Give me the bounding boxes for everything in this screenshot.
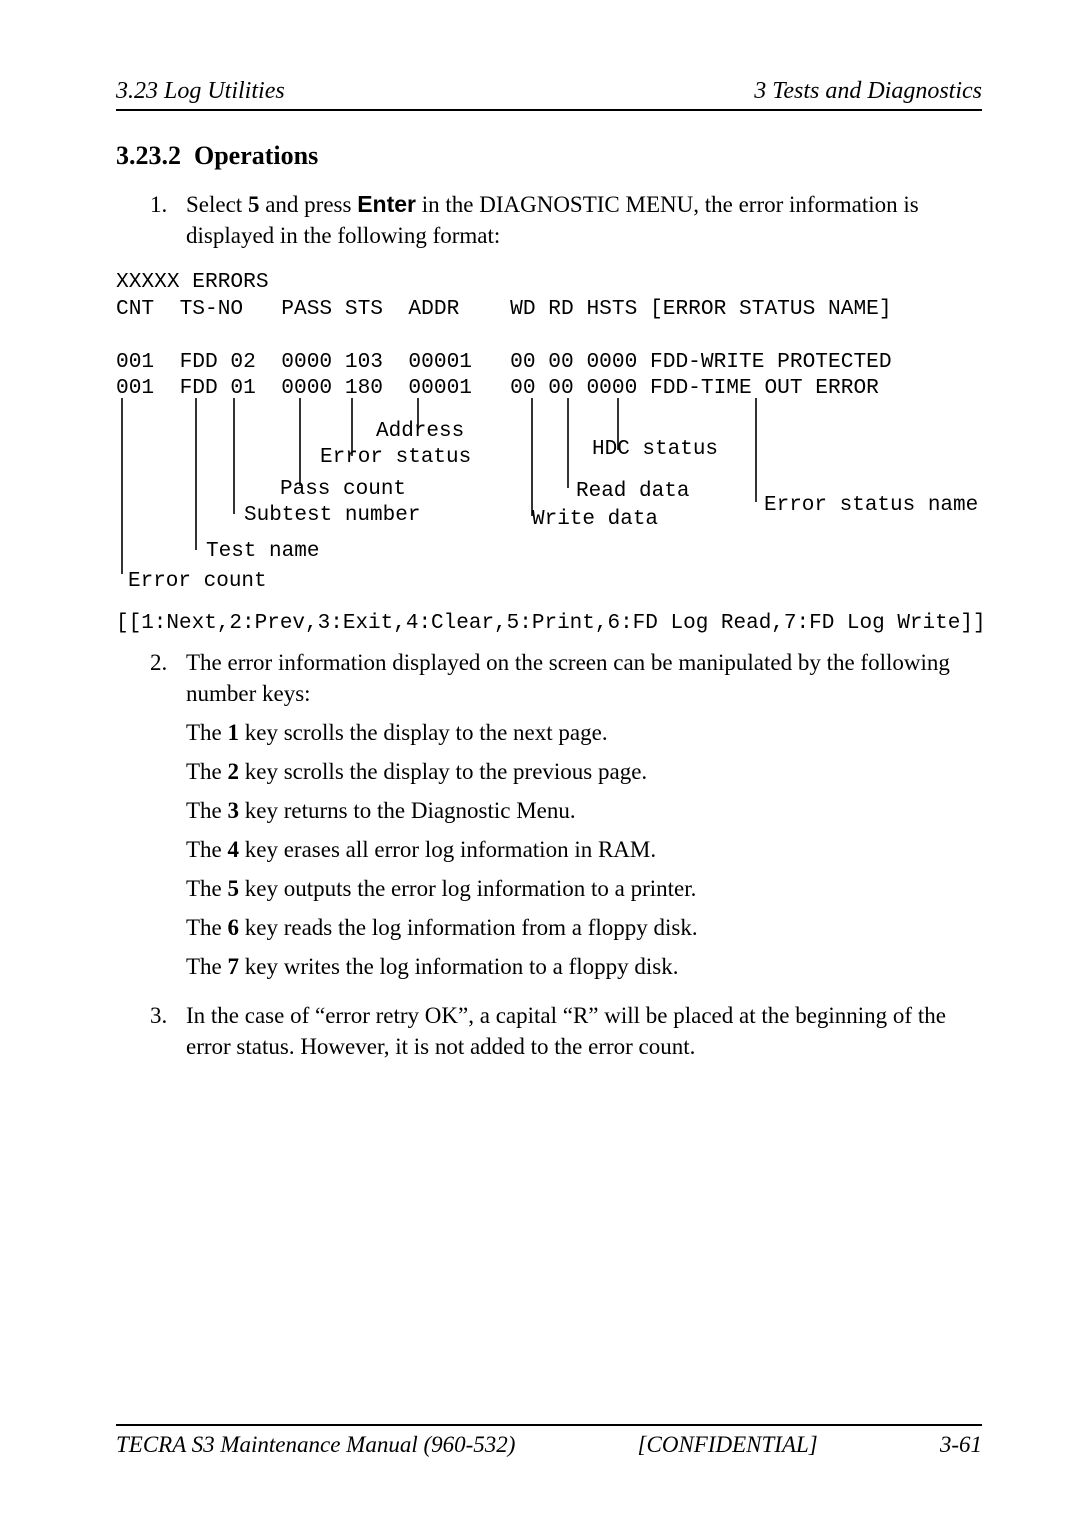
label-error-status-name: Error status name (764, 494, 978, 517)
errlog-line-2: CNT TS-NO PASS STS ADDR WD RD HSTS [ERRO… (116, 297, 892, 321)
footer-rule (116, 1424, 982, 1426)
footer-left: TECRA S3 Maintenance Manual (960-532) (116, 1432, 515, 1458)
key-4-desc: The 4 key erases all error log informati… (186, 834, 982, 865)
key-2-desc: The 2 key scrolls the display to the pre… (186, 756, 982, 787)
running-header: 3.23 Log Utilities 3 Tests and Diagnosti… (116, 78, 982, 105)
label-error-count: Error count (128, 570, 267, 593)
section-title: Operations (194, 141, 318, 170)
label-address: Address (376, 420, 464, 443)
menu-footer-line: [[1:Next,2:Prev,3:Exit,4:Clear,5:Print,6… (116, 612, 982, 635)
key-6-desc: The 6 key reads the log information from… (186, 912, 982, 943)
key-5: 5 (248, 192, 260, 217)
section-number: 3.23.2 (116, 141, 181, 170)
key-1-desc: The 1 key scrolls the display to the nex… (186, 717, 982, 748)
footer-right: 3-61 (940, 1432, 982, 1458)
footer-center: [CONFIDENTIAL] (638, 1432, 818, 1458)
errlog-line-4: 001 FDD 01 0000 180 00001 00 00 0000 FDD… (116, 376, 879, 400)
header-left: 3.23 Log Utilities (116, 78, 285, 105)
key-enter: Enter (357, 191, 416, 217)
header-rule (116, 109, 982, 111)
step-3: 3. In the case of “error retry OK”, a ca… (116, 1000, 982, 1070)
key-list: The 1 key scrolls the display to the nex… (186, 717, 982, 982)
label-test-name: Test name (206, 540, 319, 563)
step-1-number: 1. (150, 189, 186, 259)
step-3-number: 3. (150, 1000, 186, 1070)
errlog-line-1: XXXXX ERRORS (116, 270, 269, 294)
label-pass-count: Pass count (280, 478, 406, 501)
error-log-block: XXXXX ERRORS CNT TS-NO PASS STS ADDR WD … (116, 269, 982, 402)
errlog-line-3: 001 FDD 02 0000 103 00001 00 00 0000 FDD… (116, 350, 892, 374)
label-read-data: Read data (576, 480, 689, 503)
step-2-text: The error information displayed on the s… (186, 647, 982, 709)
key-3-desc: The 3 key returns to the Diagnostic Menu… (186, 795, 982, 826)
field-callout-diagram: Address Error status Pass count Subtest … (116, 398, 982, 598)
step-1-text: Select 5 and press Enter in the DIAGNOST… (186, 189, 982, 251)
step-3-text: In the case of “error retry OK”, a capit… (186, 1000, 982, 1062)
key-5-desc: The 5 key outputs the error log informat… (186, 873, 982, 904)
step-2-number: 2. (150, 647, 186, 990)
label-hdc-status: HDC status (592, 438, 718, 461)
step-2: 2. The error information displayed on th… (116, 647, 982, 990)
key-7-desc: The 7 key writes the log information to … (186, 951, 982, 982)
label-subtest-number: Subtest number (244, 504, 420, 527)
label-write-data: Write data (532, 508, 658, 531)
page-footer: TECRA S3 Maintenance Manual (960-532) [C… (116, 1424, 982, 1458)
header-right: 3 Tests and Diagnostics (754, 78, 982, 105)
label-error-status: Error status (320, 446, 471, 469)
step-1: 1. Select 5 and press Enter in the DIAGN… (116, 189, 982, 259)
section-heading: 3.23.2 Operations (116, 141, 982, 171)
page: 3.23 Log Utilities 3 Tests and Diagnosti… (0, 0, 1080, 1528)
